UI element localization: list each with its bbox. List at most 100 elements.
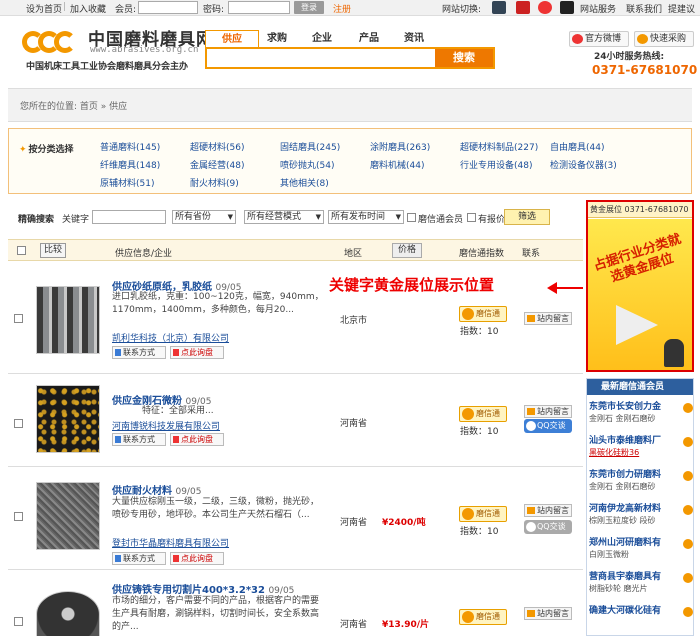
site-red-icon[interactable] <box>516 1 530 14</box>
set-home-link[interactable]: 设为首页 <box>26 2 62 15</box>
category-link[interactable]: 纤维磨具(148) <box>100 158 160 171</box>
category-link[interactable]: 耐火材料(9) <box>190 176 239 189</box>
contact-info-button[interactable]: 联系方式 <box>112 346 166 359</box>
message-icon <box>527 315 535 322</box>
col-price-sort[interactable]: 价格 <box>392 243 422 258</box>
table-row: 供应耐火材料 09/05 大量供应棕刚玉一级，二级，三级，微粉，抛光砂，喷砂专用… <box>8 468 583 570</box>
search-button[interactable]: 搜索 <box>435 49 493 67</box>
quick-purchase-button[interactable]: 快速采购 <box>634 31 694 47</box>
company-link[interactable]: 河南博锐科技发展有限公司 <box>112 419 220 432</box>
keyword-input[interactable] <box>92 210 166 224</box>
logo-icon[interactable] <box>22 31 82 55</box>
compare-button[interactable]: 比较 <box>40 243 66 258</box>
category-link[interactable]: 固结磨具(245) <box>280 140 340 153</box>
price-filter-label: 有报价 <box>478 215 506 225</box>
register-link[interactable]: 注册 <box>333 2 351 15</box>
row-checkbox[interactable] <box>14 512 23 521</box>
mxt-badge[interactable]: 磨信通 <box>459 406 507 422</box>
row-checkbox[interactable] <box>14 419 23 428</box>
product-desc: 进口乳胶纸，克重：100~120克，幅宽，940mm，1170mm，1400mm… <box>112 292 324 315</box>
gold-booth-banner[interactable]: 占据行业分类就选黄金展位 <box>588 219 692 370</box>
breadcrumb: 您所在的位置: 首页 » 供应 <box>8 88 692 122</box>
weibo-button[interactable]: 官方微博 <box>569 31 629 47</box>
category-link[interactable]: 自由磨具(44) <box>550 140 604 153</box>
category-link[interactable]: 涂附磨具(263) <box>370 140 430 153</box>
category-link[interactable]: 超硬材料制品(227) <box>460 140 538 153</box>
product-desc: 市场的细分，客户需要不同的产品，根据客户的需要生产具有耐磨，涮锅样料，切割时间长… <box>112 596 320 632</box>
mxt-badge[interactable]: 磨信通 <box>459 306 507 322</box>
gold-booth-header: 黄金展位 0371-67681070 <box>588 202 692 218</box>
site-mac-icon[interactable] <box>492 1 506 14</box>
product-image[interactable] <box>36 482 100 550</box>
search-input[interactable] <box>207 49 435 67</box>
divider: | <box>63 2 67 12</box>
category-link[interactable]: 喷砂抛丸(54) <box>280 158 334 171</box>
product-title[interactable]: 供应耐火材料 09/05 <box>112 482 201 497</box>
inquiry-button[interactable]: 点此询盘 <box>170 346 224 359</box>
product-title[interactable]: 供应铸铁专用切割片400*3.2*32 09/05 <box>112 581 294 596</box>
message-button[interactable]: 站内留言 <box>524 504 572 517</box>
gold-booth-ad[interactable]: 黄金展位 0371-67681070 占据行业分类就选黄金展位 <box>586 200 694 372</box>
chevron-down-icon: ▼ <box>227 213 233 221</box>
mxt-badge[interactable]: 磨信通 <box>459 506 507 522</box>
province-select[interactable]: 所有省份 ▼ <box>172 210 236 224</box>
filter-bar: 精确搜索 关键字 所有省份 ▼ 所有经营模式 ▼ 所有发布时间 ▼ 磨信通会员 有报价… <box>8 207 583 229</box>
badge-icon <box>462 508 474 520</box>
site-circle-icon[interactable] <box>538 1 552 14</box>
member-checkbox[interactable] <box>407 213 416 222</box>
tab-company[interactable]: 企业 <box>295 30 349 47</box>
category-link[interactable]: 行业专用设备(48) <box>460 158 532 171</box>
contact-link[interactable]: 联系我们 <box>626 2 662 15</box>
company-link[interactable]: 登封市华晶磨料磨具有限公司 <box>112 536 229 549</box>
contact-info-button[interactable]: 联系方式 <box>112 552 166 565</box>
filter-button[interactable]: 筛选 <box>504 209 550 225</box>
member-badge-icon <box>683 403 693 413</box>
person-icon <box>664 339 684 367</box>
inquiry-button[interactable]: 点此询盘 <box>170 552 224 565</box>
table-row: 供应铸铁专用切割片400*3.2*32 09/05 市场的细分，客户需要不同的产… <box>8 571 583 636</box>
member-item[interactable]: 确建大河碳化硅有 <box>589 603 683 636</box>
qq-chat-button[interactable]: QQ交谈 <box>524 520 572 534</box>
category-link[interactable]: 普通磨料(145) <box>100 140 160 153</box>
product-image[interactable] <box>36 591 100 636</box>
qq-chat-button[interactable]: QQ交谈 <box>524 419 572 433</box>
inquiry-button[interactable]: 点此询盘 <box>170 433 224 446</box>
message-button[interactable]: 站内留言 <box>524 312 572 325</box>
price-checkbox[interactable] <box>467 213 476 222</box>
category-link[interactable]: 检测设备仪器(3) <box>550 158 617 171</box>
message-button[interactable]: 站内留言 <box>524 607 572 620</box>
new-members-panel: 最新磨信通会员 东莞市长安创力金 金刚石 金刚石磨砂 汕头市泰维磨料厂 黑碳化硅粉3… <box>586 378 694 636</box>
category-link[interactable]: 原辅材料(51) <box>100 176 154 189</box>
site-en-icon[interactable] <box>560 1 574 14</box>
feedback-link[interactable]: 提建议 <box>668 2 695 15</box>
member-input[interactable] <box>138 1 198 14</box>
message-icon <box>527 610 535 617</box>
badge-icon <box>462 308 474 320</box>
site-service-link[interactable]: 网站服务 <box>580 2 616 15</box>
select-all-checkbox[interactable] <box>17 246 26 255</box>
login-button[interactable]: 登录 <box>294 1 324 14</box>
category-link[interactable]: 磨料机械(44) <box>370 158 424 171</box>
star-icon: ✦ <box>19 145 27 155</box>
product-image[interactable] <box>36 385 100 453</box>
category-link[interactable]: 金属经营(48) <box>190 158 244 171</box>
category-link[interactable]: 超硬材料(56) <box>190 140 244 153</box>
member-badge-icon <box>683 607 693 617</box>
row-checkbox[interactable] <box>14 617 23 626</box>
product-image[interactable] <box>36 286 100 354</box>
mxt-badge[interactable]: 磨信通 <box>459 609 507 625</box>
password-input[interactable] <box>228 1 290 14</box>
region: 河南省 <box>340 419 368 429</box>
row-checkbox[interactable] <box>14 314 23 323</box>
contact-info-button[interactable]: 联系方式 <box>112 433 166 446</box>
time-select[interactable]: 所有发布时间 ▼ <box>328 210 404 224</box>
message-button[interactable]: 站内留言 <box>524 405 572 418</box>
mode-select[interactable]: 所有经营模式 ▼ <box>244 210 324 224</box>
company-link[interactable]: 凯利华科技（北京）有限公司 <box>112 331 229 344</box>
member-badge-icon <box>683 539 693 549</box>
tab-news[interactable]: 资讯 <box>387 30 441 47</box>
category-link[interactable]: 其他相关(8) <box>280 176 329 189</box>
product-desc: 大量供应棕刚玉一级，二级，三级，微粉，抛光砂，喷砂专用砂，地坪砂。本公司生产天然… <box>112 497 320 520</box>
badge-icon <box>462 611 474 623</box>
add-favorite-link[interactable]: 加入收藏 <box>70 2 106 15</box>
